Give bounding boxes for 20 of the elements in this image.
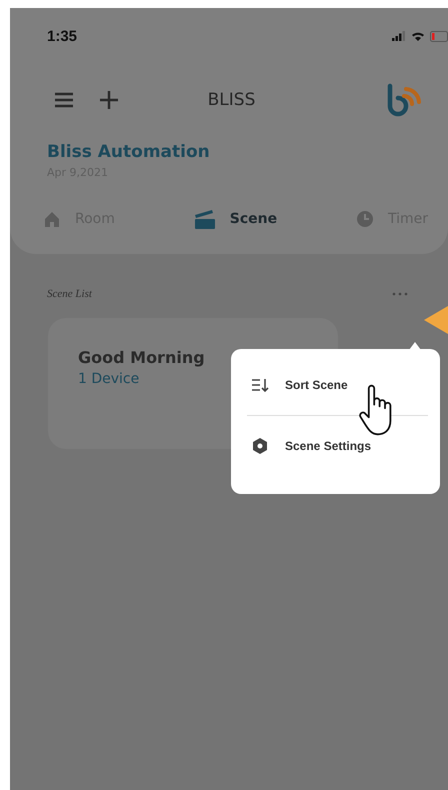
home-name: Bliss Automation xyxy=(47,142,210,162)
section-label: Scene List xyxy=(47,288,92,300)
clock-icon xyxy=(356,210,374,228)
sort-icon xyxy=(251,376,269,394)
pointer-arrow xyxy=(424,306,448,334)
device-count: 1 Device xyxy=(78,371,140,387)
clapperboard-icon xyxy=(194,209,216,229)
app-title: BLISS xyxy=(206,90,256,110)
battery-icon xyxy=(430,30,448,42)
menu-icon[interactable] xyxy=(55,92,73,108)
signal-icon xyxy=(392,31,406,41)
scene-name: Good Morning xyxy=(78,348,205,367)
hand-cursor-icon xyxy=(358,382,394,438)
wifi-icon xyxy=(411,31,425,41)
more-icon[interactable] xyxy=(392,292,408,296)
house-icon xyxy=(43,210,61,228)
tab[interactable]: Scene xyxy=(194,209,278,229)
status-time: 1:35 xyxy=(47,28,78,44)
settings-icon xyxy=(251,437,269,455)
add-icon[interactable] xyxy=(99,90,119,110)
